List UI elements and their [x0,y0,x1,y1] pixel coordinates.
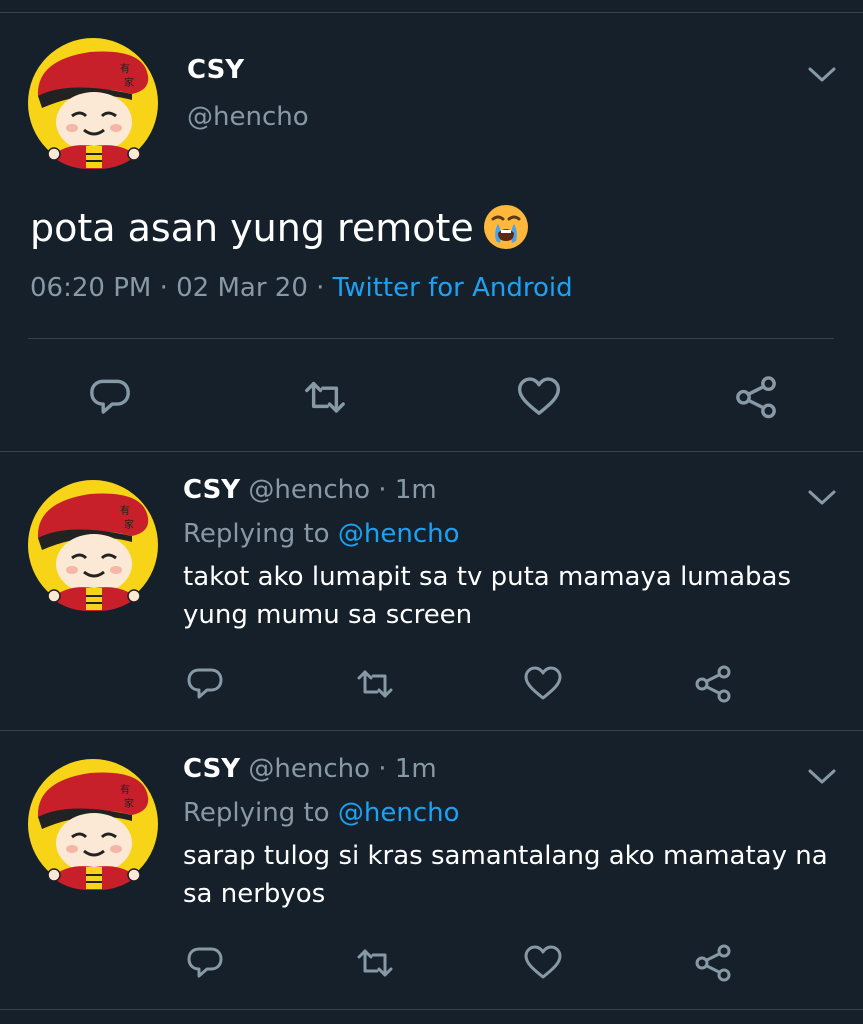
chevron-down-icon[interactable] [807,488,837,508]
reply-icon[interactable] [185,664,225,704]
like-icon[interactable] [514,370,564,420]
tweet-date: 02 Mar 20 [176,273,308,303]
tweet-text: pota asan yung remote [30,203,530,255]
reply-header: CSY @hencho · 1m [183,475,437,505]
reply-age: 1m [394,754,437,784]
replying-label: Replying to [183,519,330,549]
replying-to: Replying to @hencho [183,519,460,549]
author-handle[interactable]: @hencho [248,475,370,505]
retweet-icon[interactable] [355,943,395,983]
actions-divider [28,338,834,339]
mention-link[interactable]: @hencho [338,519,460,549]
avatar[interactable] [28,480,159,611]
tweet-text-content: pota asan yung remote [30,206,474,250]
like-icon[interactable] [523,943,563,983]
reply-text: sarap tulog si kras samantalang ako mama… [183,841,828,909]
tweet-divider [0,730,863,731]
tweet-divider [0,451,863,452]
chevron-down-icon[interactable] [807,767,837,787]
tweet-divider [0,1009,863,1010]
top-divider [0,12,863,13]
chevron-down-icon[interactable] [807,65,837,85]
tweet-source-link[interactable]: Twitter for Android [333,273,573,303]
loudly-crying-face-icon [482,203,530,251]
author-name[interactable]: CSY [183,475,240,505]
share-icon[interactable] [693,943,733,983]
avatar[interactable] [28,38,159,169]
replying-to: Replying to @hencho [183,798,460,828]
mention-link[interactable]: @hencho [338,798,460,828]
share-icon[interactable] [731,370,781,420]
retweet-icon[interactable] [300,370,350,420]
author-handle[interactable]: @hencho [248,754,370,784]
tweet-time: 06:20 PM [30,273,152,303]
reply-header: CSY @hencho · 1m [183,754,437,784]
share-icon[interactable] [693,664,733,704]
avatar[interactable] [28,759,159,890]
tweet-thread-screen: CSY @hencho pota asan yung remote 06:20 … [0,0,863,1024]
replying-label: Replying to [183,798,330,828]
tweet-meta: 06:20 PM · 02 Mar 20 · Twitter for Andro… [30,273,573,303]
like-icon[interactable] [523,664,563,704]
reply-age: 1m [394,475,437,505]
reply-text: takot ako lumapit sa tv puta mamaya luma… [183,562,792,630]
author-handle[interactable]: @hencho [187,102,309,132]
author-name[interactable]: CSY [183,754,240,784]
meta-separator: · [151,273,177,303]
retweet-icon[interactable] [355,664,395,704]
reply-icon[interactable] [85,370,135,420]
author-name[interactable]: CSY [187,55,244,85]
reply-icon[interactable] [185,943,225,983]
meta-separator: · [307,273,333,303]
